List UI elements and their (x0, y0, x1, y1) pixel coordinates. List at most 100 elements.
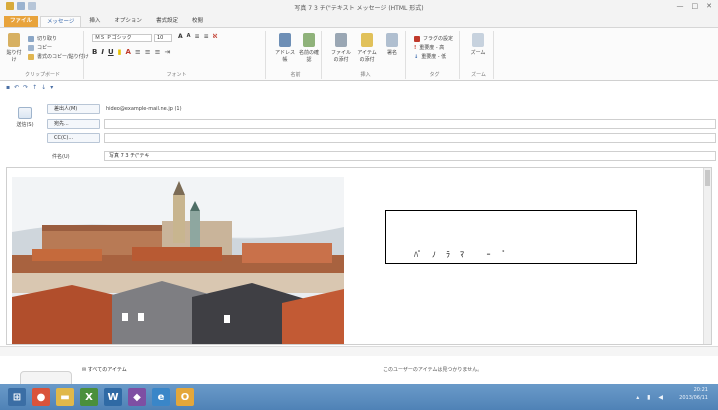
indent-icon[interactable]: ⇥ (165, 48, 171, 56)
signature-icon (386, 33, 398, 47)
cut-label: 切り取り (37, 36, 58, 42)
internet-explorer-icon[interactable]: e (152, 388, 170, 406)
customize-icon[interactable]: ▾ (50, 84, 53, 91)
tab-insert[interactable]: 挿入 (83, 16, 106, 27)
ribbon: 貼り付け 切り取り コピー 書式のコピー/貼り付け クリップボード ＭＳ Ｐゴシ… (0, 27, 718, 81)
check-names-button[interactable]: 名前の確認 (298, 33, 320, 63)
paste-label: 貼り付け (6, 50, 22, 63)
tab-format-text[interactable]: 書式設定 (150, 16, 184, 27)
to-field[interactable] (104, 119, 716, 129)
people-pane-status: このユーザーのアイテムは見つかりません。 (383, 367, 483, 373)
address-book-button[interactable]: アドレス帳 (274, 33, 296, 63)
high-importance-button[interactable]: ! 重要度 - 高 (414, 44, 445, 52)
shrink-font-icon[interactable]: A (187, 33, 191, 40)
down-arrow-icon[interactable]: ↓ (41, 84, 46, 91)
low-importance-button[interactable]: ↓ 重要度 - 低 (414, 53, 446, 61)
highlight-icon[interactable]: ▮ (118, 48, 122, 56)
copy-icon (28, 44, 34, 51)
paperclip-icon (335, 33, 347, 47)
attach-item-button[interactable]: アイテムの添付 (356, 33, 378, 63)
bold-icon[interactable]: B (92, 48, 97, 56)
app-icon[interactable]: ◆ (128, 388, 146, 406)
close-button[interactable]: ✕ (706, 2, 712, 10)
paste-button[interactable]: 貼り付け (6, 33, 22, 63)
numbering-icon[interactable]: ≡ (204, 33, 209, 40)
people-pane-all-items[interactable]: ✉ すべてのアイテム (82, 366, 127, 373)
cc-button[interactable]: CC(C)... (47, 133, 100, 143)
font-name-select[interactable]: ＭＳ Ｐゴシック (92, 34, 152, 42)
text-box[interactable]: ﾊﾟﾉﾗﾏ ｰ ﾟ (385, 210, 637, 264)
outlook-taskbar-icon[interactable]: O (176, 388, 194, 406)
attach-file-label: ファイルの添付 (330, 50, 351, 63)
zoom-button[interactable]: ズーム (470, 33, 486, 56)
clear-format-icon[interactable]: ℵ (213, 33, 218, 40)
save-icon[interactable]: ▪ (6, 84, 10, 91)
bullets-icon[interactable]: ≡ (195, 33, 200, 40)
check-names-icon (303, 33, 315, 47)
exclamation-icon: ! (414, 44, 417, 51)
copy-button[interactable]: コピー (28, 44, 52, 51)
tab-review[interactable]: 校閲 (186, 16, 209, 27)
firefox-icon[interactable]: ● (32, 388, 50, 406)
windows-start-icon[interactable]: ⊞ (8, 388, 26, 406)
font-size-select[interactable]: 10 (154, 34, 172, 42)
address-book-label: アドレス帳 (274, 50, 295, 63)
align-center-icon[interactable]: ≡ (145, 48, 151, 56)
subject-label: 件名(U) (52, 154, 70, 160)
vertical-scrollbar[interactable] (703, 168, 711, 344)
from-value: hideo@example-mail.ne.jp (1) (106, 106, 182, 112)
undo-icon[interactable]: ↶ (14, 84, 19, 91)
to-button[interactable]: 宛先... (47, 119, 100, 129)
word-icon[interactable]: W (104, 388, 122, 406)
redo-icon[interactable]: ↷ (23, 84, 28, 91)
system-clock[interactable]: 20:21 2013/06/11 (679, 386, 708, 402)
underline-icon[interactable]: U (108, 48, 114, 56)
basic-text-group-label: フォント (166, 72, 187, 78)
tab-options[interactable]: オプション (108, 16, 148, 27)
send-icon (18, 107, 32, 119)
high-importance-label: 重要度 - 高 (419, 45, 445, 51)
tab-message[interactable]: メッセージ (40, 16, 82, 27)
signature-button[interactable]: 署名 (382, 33, 402, 56)
basic-text-group: ＭＳ Ｐゴシック 10 A A ≡ ≡ ℵ B I U ▮ A ≡ ≡ ≡ ⇥ … (88, 31, 266, 79)
send-label: 送信(S) (16, 122, 34, 128)
zoom-label: ズーム (470, 50, 486, 56)
names-group: アドレス帳 名前の確認 名前 (270, 31, 322, 79)
secondary-quick-toolbar: ▪ ↶ ↷ ↑ ↓ ▾ (6, 84, 53, 91)
clipboard-group: 貼り付け 切り取り コピー 書式のコピー/貼り付け クリップボード (2, 31, 89, 79)
format-painter-button[interactable]: 書式のコピー/貼り付け (28, 53, 89, 60)
from-button[interactable]: 差出人(M) (47, 104, 100, 114)
people-pane-bar[interactable] (0, 346, 718, 356)
cc-field[interactable] (104, 133, 716, 143)
excel-icon[interactable]: X (80, 388, 98, 406)
italic-icon[interactable]: I (101, 48, 104, 56)
include-group-label: 挿入 (360, 72, 371, 78)
grow-font-icon[interactable]: A (178, 33, 183, 40)
tab-file[interactable]: ファイル (4, 16, 39, 27)
followup-button[interactable]: フラグの設定 (414, 35, 453, 42)
envelope-icon (361, 33, 373, 47)
down-arrow-icon: ↓ (414, 53, 419, 60)
subject-field[interactable]: 写真 7 3 チ("テキ (104, 151, 716, 161)
text-box-content: ﾊﾟﾉﾗﾏ ｰ ﾟ (414, 250, 517, 259)
tags-group-label: タグ (429, 72, 440, 78)
folder-icon[interactable]: ▬ (56, 388, 74, 406)
maximize-button[interactable]: □ (692, 2, 699, 10)
attach-item-label: アイテムの添付 (357, 50, 377, 63)
system-tray-icons[interactable]: ▴ ▮ ◀ (636, 394, 666, 401)
window-controls: — □ ✕ (677, 2, 713, 10)
send-button[interactable]: 送信(S) (10, 105, 40, 137)
align-left-icon[interactable]: ≡ (135, 48, 141, 56)
up-arrow-icon[interactable]: ↑ (32, 84, 37, 91)
taskbar: ⊞ ● ▬ X W ◆ e O (0, 384, 718, 410)
scrollbar-thumb[interactable] (705, 170, 710, 186)
font-color-icon[interactable]: A (126, 48, 131, 56)
attach-file-button[interactable]: ファイルの添付 (330, 33, 352, 63)
format-painter-label: 書式のコピー/貼り付け (37, 54, 89, 60)
minimize-button[interactable]: — (677, 2, 684, 10)
clipboard-group-label: クリップボード (24, 72, 60, 78)
cut-button[interactable]: 切り取り (28, 35, 57, 42)
align-right-icon[interactable]: ≡ (155, 48, 161, 56)
flag-icon (414, 35, 420, 42)
people-pane-item-label: すべてのアイテム (87, 367, 127, 373)
